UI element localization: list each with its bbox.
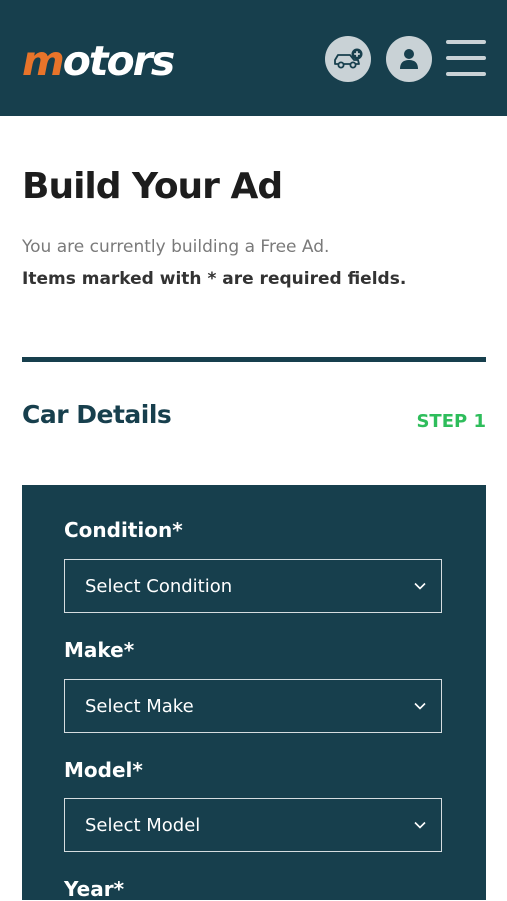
make-label: Make* [64, 638, 135, 662]
menu-line [446, 56, 486, 60]
make-select-value: Select Make [85, 695, 194, 717]
hamburger-menu-icon[interactable] [446, 38, 488, 78]
sell-car-button[interactable] [325, 36, 371, 82]
logo-accent-letter: m [22, 36, 65, 85]
section-divider [22, 357, 486, 362]
section-title: Car Details [22, 400, 172, 429]
page-title: Build Your Ad [22, 166, 283, 207]
ad-type-note: You are currently building a Free Ad. [22, 237, 330, 257]
car-details-form: Condition* Select Condition Make* Select… [22, 485, 486, 901]
account-button[interactable] [386, 36, 432, 82]
menu-line [446, 40, 486, 44]
step-indicator: STEP 1 [416, 411, 486, 432]
year-label: Year* [64, 877, 125, 901]
menu-line [446, 72, 486, 76]
condition-label: Condition* [64, 518, 183, 542]
motors-logo[interactable]: m otors [22, 36, 176, 86]
make-select[interactable]: Select Make [64, 679, 442, 733]
user-icon [400, 49, 418, 69]
model-select[interactable]: Select Model [64, 798, 442, 852]
car-plus-icon [334, 48, 363, 69]
top-nav-bar: m otors [0, 0, 507, 116]
condition-select-value: Select Condition [85, 575, 233, 597]
condition-select[interactable]: Select Condition [64, 559, 442, 613]
chevron-down-icon [414, 582, 426, 590]
required-fields-note: Items marked with * are required fields. [22, 269, 407, 289]
chevron-down-icon [414, 702, 426, 710]
model-label: Model* [64, 758, 143, 782]
model-select-value: Select Model [85, 814, 201, 836]
logo-text: otors [62, 36, 176, 85]
chevron-down-icon [414, 821, 426, 829]
